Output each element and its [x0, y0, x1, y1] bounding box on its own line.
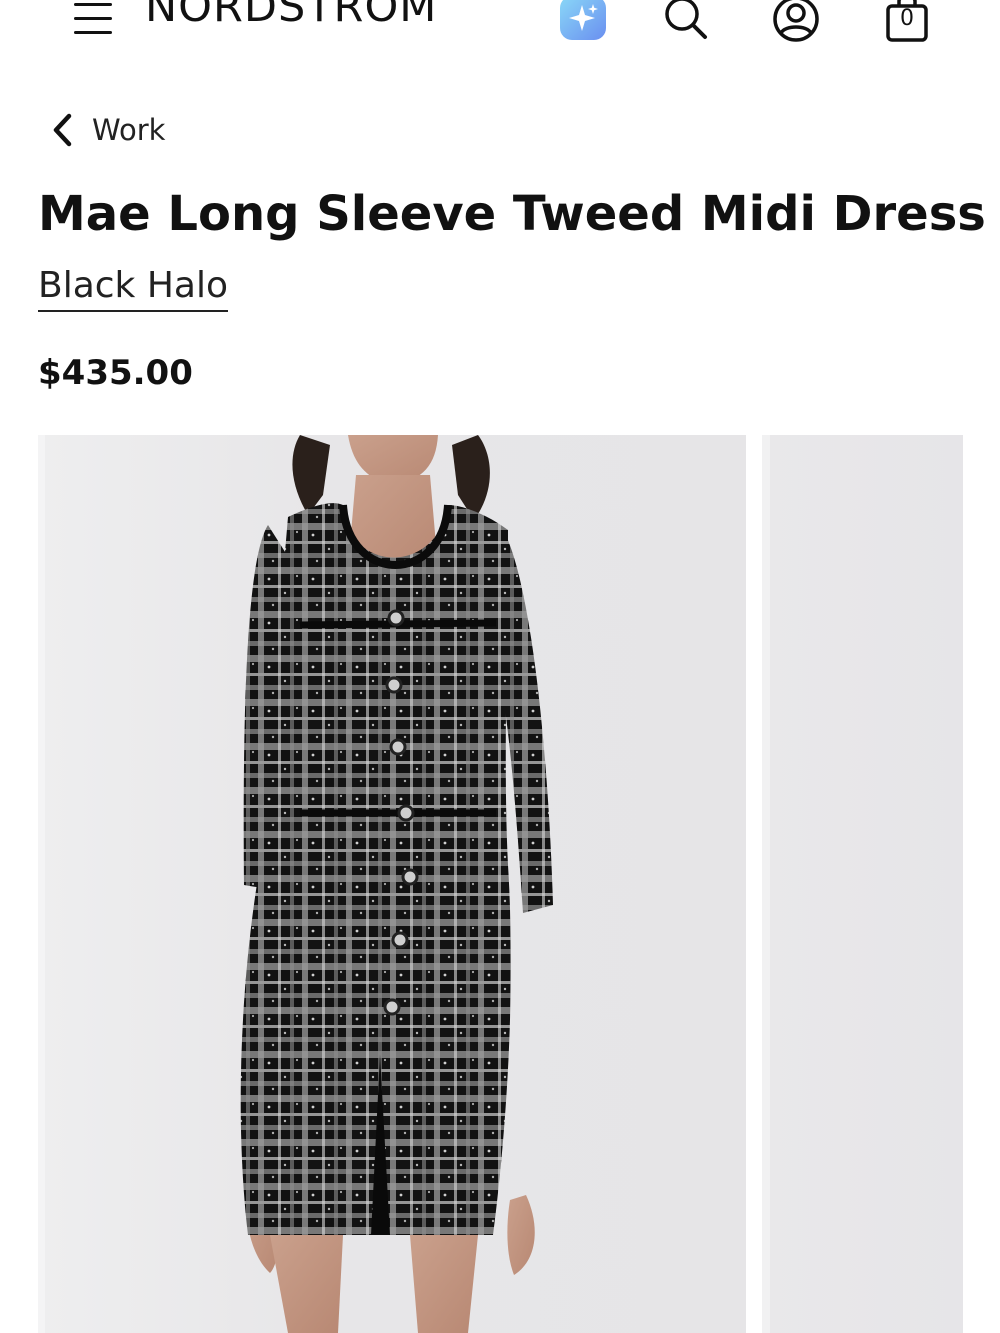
product-title: Mae Long Sleeve Tweed Midi Dress [38, 186, 986, 242]
site-header: NORDSTROM 0 [0, 0, 1000, 62]
bag-item-count: 0 [900, 6, 914, 31]
chevron-left-icon[interactable] [48, 110, 78, 150]
photo-edge [762, 435, 770, 1333]
hamburger-menu-icon[interactable] [72, 0, 114, 40]
brand-link[interactable]: Black Halo [38, 264, 229, 312]
breadcrumb-label[interactable]: Work [92, 113, 165, 147]
product-photo-next[interactable] [762, 435, 963, 1333]
breadcrumb[interactable]: Work [48, 110, 165, 150]
product-image-gallery[interactable] [38, 435, 1000, 1333]
account-icon[interactable] [770, 0, 822, 44]
sparkle-assistant-icon[interactable] [558, 0, 608, 44]
product-photo-front[interactable] [38, 435, 746, 1333]
nordstrom-logo[interactable]: NORDSTROM [145, 0, 437, 29]
product-price: $435.00 [38, 353, 193, 393]
model-wearing-dress-image [240, 435, 553, 1333]
search-icon[interactable] [660, 0, 710, 42]
